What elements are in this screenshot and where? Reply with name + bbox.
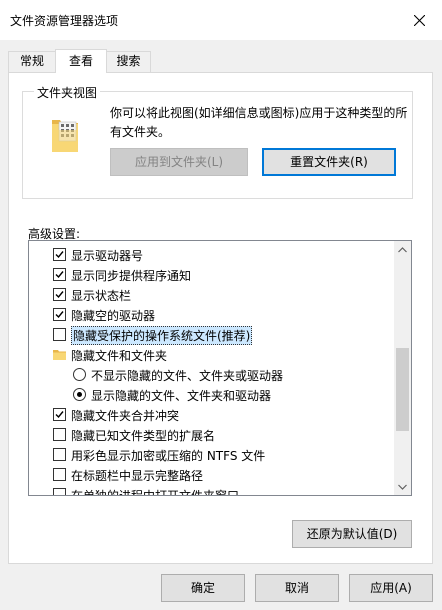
checkmark-icon [55,271,64,279]
checkmark-icon [55,251,64,259]
list-item[interactable]: 显示隐藏的文件、文件夹和驱动器 [29,385,395,405]
folder-icon [53,350,66,360]
checkbox-unchecked[interactable] [53,468,66,481]
list-item[interactable]: 隐藏已知文件类型的扩展名 [29,425,395,445]
list-item[interactable]: 隐藏文件夹合并冲突 [29,405,395,425]
checkbox-checked[interactable] [53,308,66,321]
reset-folders-button[interactable]: 重置文件夹(R) [262,148,396,176]
list-item-label: 隐藏已知文件类型的扩展名 [71,429,216,443]
close-icon [413,14,425,26]
scroll-thumb[interactable] [396,348,409,431]
list-item-label: 显示驱动器号 [71,249,144,263]
checkbox-checked[interactable] [53,408,66,421]
apply-to-folders-button[interactable]: 应用到文件夹(L) [110,148,248,176]
list-item[interactable]: 在标题栏中显示完整路径 [29,465,395,485]
checkbox-unchecked[interactable] [53,488,66,495]
checkbox-checked[interactable] [53,248,66,261]
list-item-label: 隐藏文件夹合并冲突 [71,409,180,423]
restore-defaults-button[interactable]: 还原为默认值(D) [292,520,412,548]
list-item-label: 用彩色显示加密或压缩的 NTFS 文件 [71,449,266,463]
advanced-settings-list[interactable]: 显示驱动器号显示同步提供程序通知 显示状态栏隐藏空的驱动器隐藏受保护的操作系统文件… [28,240,412,496]
scroll-down-button[interactable] [394,478,411,495]
vertical-scrollbar[interactable] [394,241,411,495]
folder-views-title: 文件夹视图 [34,84,101,101]
cancel-button[interactable]: 取消 [255,574,339,602]
list-item[interactable]: 在单独的进程中打开文件夹窗口 [29,485,395,496]
list-item-label: 隐藏文件和文件夹 [71,349,168,363]
list-item-label: 不显示隐藏的文件、文件夹或驱动器 [91,369,284,383]
checkmark-icon [55,311,64,319]
tab-view[interactable]: 查看 [55,49,107,73]
checkmark-icon [55,291,64,299]
tab-general[interactable]: 常规 [8,51,56,72]
list-item-label: 在标题栏中显示完整路径 [71,469,204,483]
list-item-label: 在单独的进程中打开文件夹窗口 [71,489,240,496]
checkbox-unchecked[interactable] [53,428,66,441]
chevron-up-icon [398,246,407,252]
checkbox-unchecked[interactable] [53,328,66,341]
close-button[interactable] [396,0,442,40]
radio-selected[interactable] [73,388,86,401]
list-item[interactable]: 不显示隐藏的文件、文件夹或驱动器 [29,365,395,385]
list-item[interactable]: 隐藏空的驱动器 [29,305,395,325]
chevron-down-icon [398,484,407,490]
advanced-settings-items: 显示驱动器号显示同步提供程序通知 显示状态栏隐藏空的驱动器隐藏受保护的操作系统文件… [29,245,395,496]
checkbox-unchecked[interactable] [53,448,66,461]
scroll-up-button[interactable] [394,241,411,258]
radio-dot [77,392,82,397]
window-title: 文件资源管理器选项 [10,14,119,28]
list-item[interactable]: 显示状态栏 [29,285,395,305]
tab-search[interactable]: 搜索 [106,51,151,72]
apply-button[interactable]: 应用(A) [349,574,433,602]
list-item-label: 显示隐藏的文件、文件夹和驱动器 [91,389,272,403]
ok-button[interactable]: 确定 [161,574,245,602]
radio-unselected[interactable] [73,368,86,381]
folder-view-icon [52,120,78,152]
folder-views-description: 你可以将此视图(如详细信息或图标)应用于这种类型的所有文件夹。 [110,106,408,139]
title-bar: 文件资源管理器选项 [0,0,442,40]
list-item[interactable]: 用彩色显示加密或压缩的 NTFS 文件 [29,445,395,465]
list-item: 隐藏文件和文件夹 [29,345,395,365]
list-item[interactable]: 显示驱动器号 [29,245,395,265]
checkbox-checked[interactable] [53,268,66,281]
list-item-label: 显示状态栏 [71,289,132,303]
list-item-label: 隐藏受保护的操作系统文件(推荐) [71,326,253,345]
list-item[interactable]: 隐藏受保护的操作系统文件(推荐) [29,325,395,345]
checkbox-checked[interactable] [53,288,66,301]
checkmark-icon [55,411,64,419]
list-item-label: 隐藏空的驱动器 [71,309,156,323]
list-item[interactable]: 显示同步提供程序通知 [29,265,395,285]
list-item-label: 显示同步提供程序通知 [71,269,192,283]
